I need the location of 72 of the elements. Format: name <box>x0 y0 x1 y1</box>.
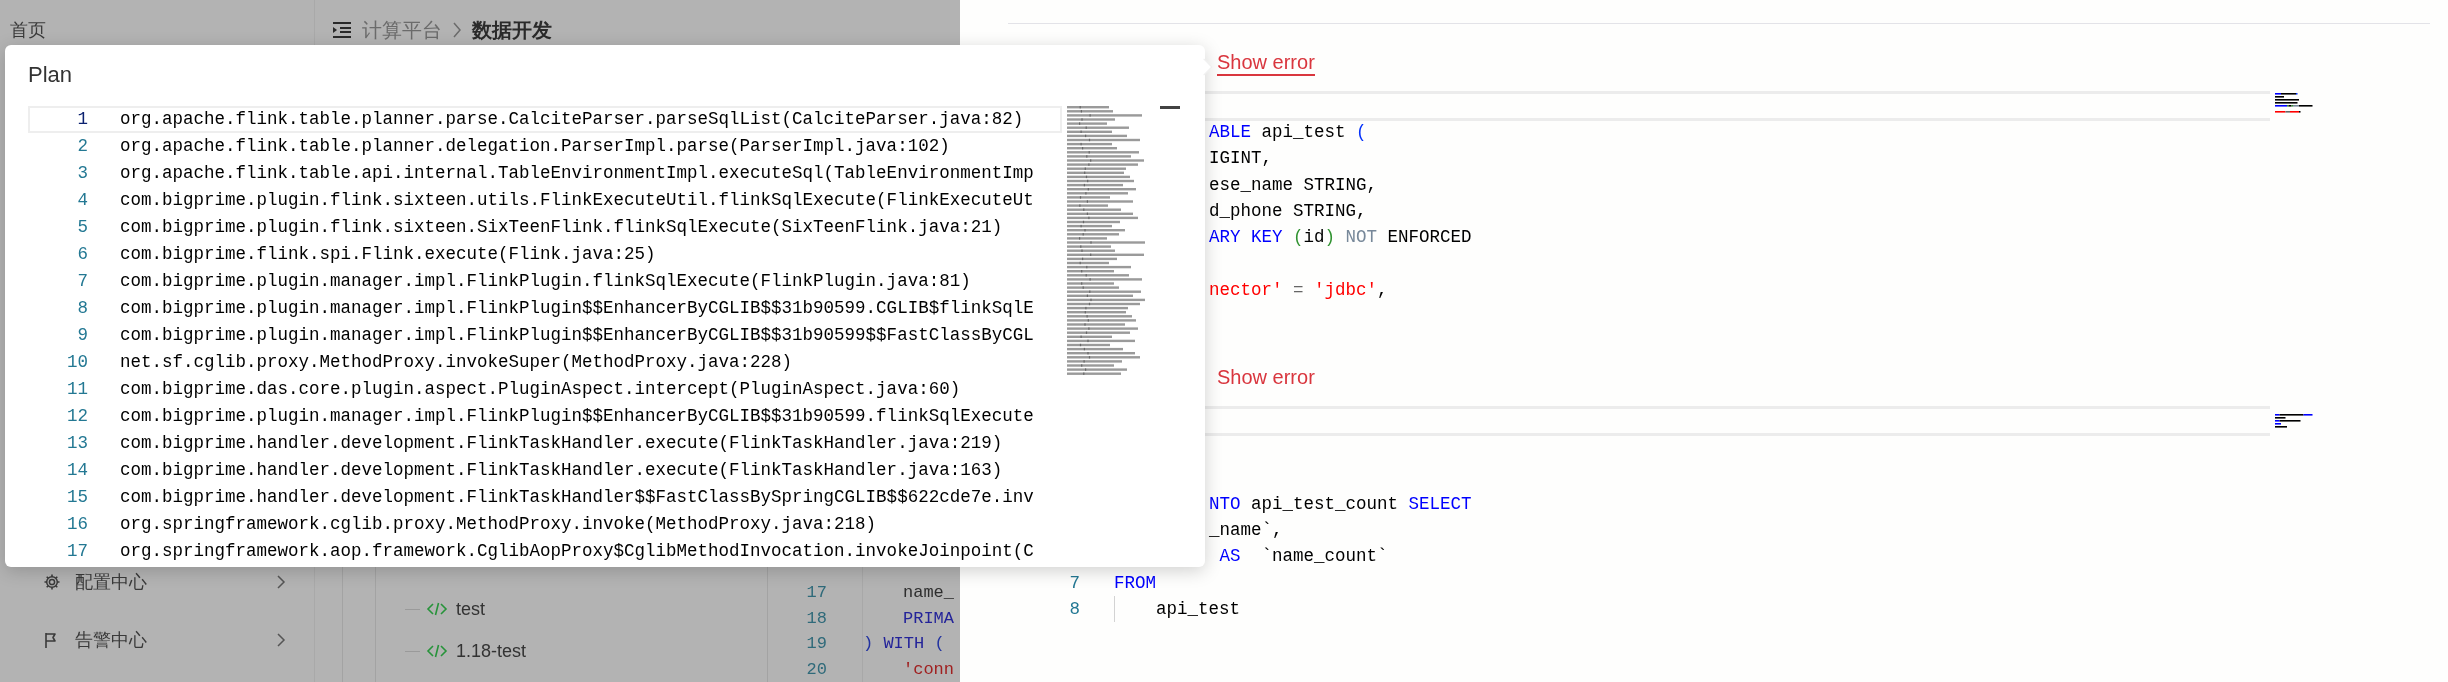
line-number: 1 <box>76 108 88 132</box>
chevron-right-icon <box>276 632 286 648</box>
menu-item[interactable]: 告警中心 <box>0 611 314 669</box>
minimap-drawing <box>2275 93 2313 113</box>
code-line: org.apache.flink.table.planner.parse.CalciteParser.parseSqlList(CalciteParser.java:82) <box>120 108 1024 132</box>
code-line: d_phone STRING, <box>1209 199 1367 223</box>
line-number: 5 <box>76 216 88 240</box>
code-line: NTO api_test_count SELECT <box>1209 492 1472 516</box>
line-number: 16 <box>66 513 88 537</box>
code-line: ) WITH ( <box>863 633 945 655</box>
code-line: org.apache.flink.table.planner.delegation.ParserImpl.parse(ParserImpl.java:102) <box>120 135 950 159</box>
code-line: IGINT, <box>1209 147 1272 171</box>
line-number: 4 <box>76 189 88 213</box>
code-line: ARY KEY (id) NOT ENFORCED <box>1209 226 1472 250</box>
line-number: 10 <box>66 351 88 375</box>
code-line: com.bigprime.flink.spi.Flink.execute(Flink.java:25) <box>120 243 656 267</box>
code-icon <box>426 601 448 617</box>
line-number: 18 <box>806 607 827 630</box>
line-number: 3 <box>76 162 88 186</box>
line-number: 19 <box>806 633 827 655</box>
chevron-right-icon <box>276 574 286 590</box>
line-number: 17 <box>66 540 88 564</box>
line-number: 11 <box>66 378 88 402</box>
code-icon <box>426 643 448 659</box>
line-number: 9 <box>76 324 88 348</box>
code-line: com.bigprime.plugin.manager.impl.FlinkPlugin$$EnhancerByCGLIB$$31b90599.flinkSqlExecute <box>120 405 1034 429</box>
line-number: 6 <box>76 243 88 267</box>
line-number: 7 <box>76 270 88 294</box>
code-line: org.apache.flink.table.api.internal.TableEnvironmentImpl.executeSql(TableEnvironmentImp <box>120 162 1034 186</box>
popover-title: Plan <box>28 61 73 89</box>
line-number: 13 <box>66 432 88 456</box>
code-line: ABLE api_test ( <box>1209 121 1367 144</box>
line-number: 14 <box>66 459 88 483</box>
code-line: com.bigprime.plugin.manager.impl.FlinkPlugin.flinkSqlExecute(FlinkPlugin.java:81) <box>120 270 971 294</box>
show-error-link[interactable]: Show error <box>1217 365 1315 392</box>
nav-item[interactable]: 首页 <box>0 0 46 42</box>
code-line: net.sf.cglib.proxy.MethodProxy.invokeSuper(MethodProxy.java:228) <box>120 351 793 375</box>
line-number: 8 <box>1068 597 1080 621</box>
code-line: PRIMA <box>903 607 954 630</box>
line-number: 2 <box>76 135 88 159</box>
gear-icon <box>43 573 61 591</box>
line-number: 12 <box>66 405 88 429</box>
code-line: com.bigprime.plugin.manager.impl.FlinkPlugin$$EnhancerByCGLIB$$31b90599$$FastClassByCGL <box>120 324 1034 348</box>
line-number: 17 <box>806 582 827 604</box>
code-line: com.bigprime.handler.development.FlinkTaskHandler.execute(FlinkTaskHandler.java:219) <box>120 432 1003 456</box>
code-line: api_test <box>1156 597 1240 621</box>
code-line: FROM <box>1114 571 1156 595</box>
code-line: ese_name STRING, <box>1209 173 1378 197</box>
code-line: 'conn <box>903 658 954 681</box>
menu-icon <box>332 21 352 39</box>
code-line: _name`, <box>1209 518 1283 542</box>
scroll-thumb[interactable] <box>1160 106 1180 109</box>
code-line: com.bigprime.das.core.plugin.aspect.PluginAspect.intercept(PluginAspect.java:60) <box>120 378 961 402</box>
show-error-link[interactable]: Show error <box>1217 50 1315 76</box>
code-line: name_ <box>903 582 954 604</box>
tree-item[interactable]: 1.18-test <box>456 637 527 665</box>
code-line: com.bigprime.plugin.manager.impl.FlinkPlugin$$EnhancerByCGLIB$$31b90599.CGLIB$flinkSqlE <box>120 297 1034 321</box>
line-number: 20 <box>806 658 827 681</box>
code-line: com.bigprime.handler.development.FlinkTaskHandler.execute(FlinkTaskHandler.java:163) <box>120 459 1003 483</box>
line-number: 7 <box>1068 571 1080 595</box>
code-line: com.bigprime.plugin.flink.sixteen.SixTeenFlink.flinkSqlExecute(SixTeenFlink.java:21) <box>120 216 1003 240</box>
breadcrumb-item[interactable]: 数据开发 <box>472 15 552 45</box>
code-line: org.springframework.cglib.proxy.MethodProxy.invoke(MethodProxy.java:218) <box>120 513 877 537</box>
tree-item[interactable]: test <box>456 595 485 623</box>
line-number: 15 <box>66 486 88 510</box>
code-line: org.springframework.aop.framework.CglibAopProxy$CglibMethodInvocation.invokeJoinpoint(C <box>120 540 1034 564</box>
chevron-right-icon <box>452 21 462 39</box>
code-line: com.bigprime.handler.development.FlinkTaskHandler$$FastClassBySpringCGLIB$$622cde7e.inv <box>120 486 1034 510</box>
code-line: nector' = 'jdbc', <box>1209 278 1388 302</box>
code-line: com.bigprime.plugin.flink.sixteen.utils.FlinkExecuteUtil.flinkSqlExecute(FlinkExecuteUt <box>120 189 1034 213</box>
code-line: AS `name_count` <box>1218 545 1388 569</box>
line-number: 8 <box>76 297 88 321</box>
